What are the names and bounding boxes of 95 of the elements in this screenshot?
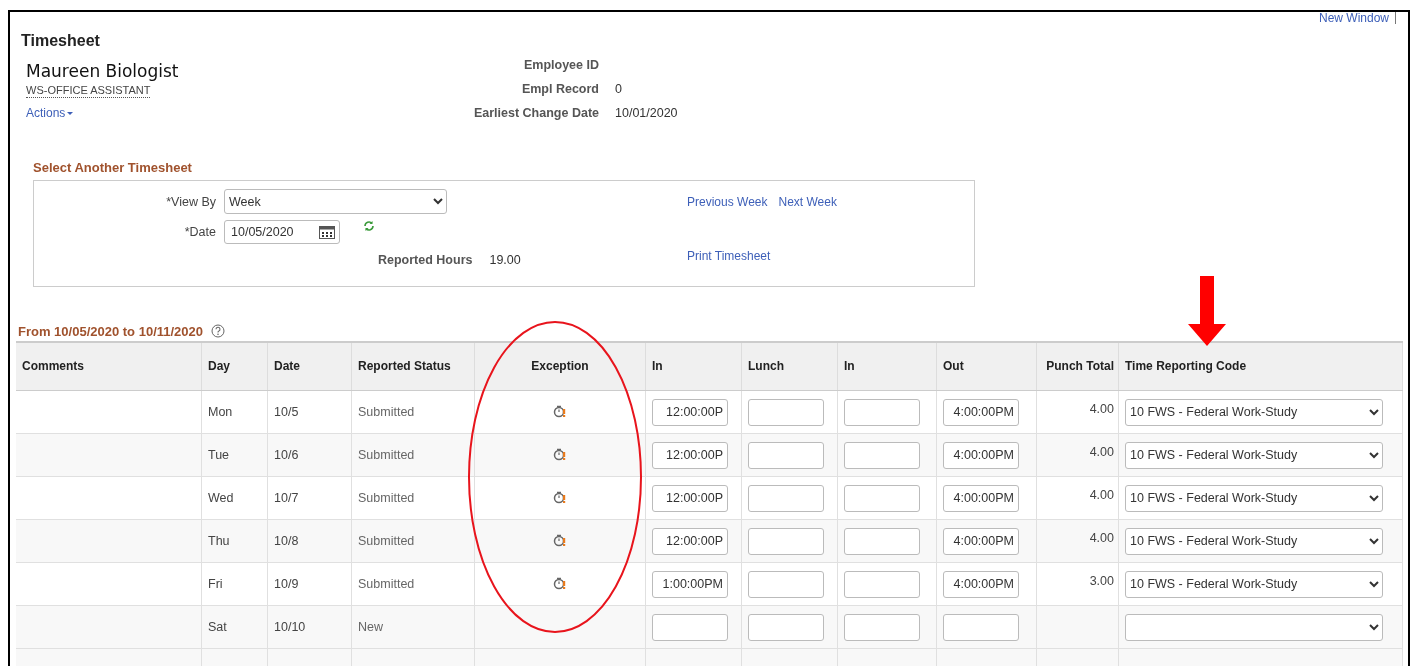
field-value: 19.00	[489, 253, 521, 267]
refresh-icon[interactable]	[363, 220, 375, 232]
exception-icon[interactable]	[553, 489, 567, 504]
annotation-arrow	[1188, 276, 1226, 346]
exception-icon[interactable]	[553, 403, 567, 418]
field-label: *View By	[165, 194, 216, 209]
exception-icon[interactable]	[553, 575, 567, 590]
job-title: WS-OFFICE ASSISTANT	[26, 84, 151, 98]
time-field[interactable]: 12:00:00P	[652, 484, 728, 512]
time-field[interactable]	[748, 527, 824, 555]
time-field[interactable]	[943, 613, 1019, 641]
table-cell: Tue	[208, 448, 230, 462]
table-cell: Mon	[208, 405, 233, 419]
time-field[interactable]: 1:00:00PM	[652, 570, 728, 598]
column-header: In	[645, 342, 742, 391]
time-reporting-code-dropdown[interactable]: 10 FWS - Federal Work-Study	[1125, 441, 1383, 469]
page-title: Timesheet	[21, 32, 101, 51]
table-cell: 4.00	[1089, 445, 1114, 459]
time-reporting-code-dropdown[interactable]: 10 FWS - Federal Work-Study	[1125, 527, 1383, 555]
new-window-link[interactable]: New Window	[1318, 12, 1389, 24]
help-icon[interactable]	[211, 324, 225, 338]
table-cell: New	[358, 620, 383, 634]
time-field[interactable]: 12:00:00P	[652, 527, 728, 555]
field-label: *Date	[183, 225, 216, 239]
print-timesheet-link[interactable]: Print Timesheet	[634, 239, 974, 263]
section-title: Select Another Timesheet	[33, 160, 193, 177]
column-header: Date	[267, 342, 352, 391]
calendar-icon[interactable]	[319, 225, 335, 239]
employee-name: Maureen Biologist	[26, 60, 179, 82]
view-by-dropdown[interactable]: Week	[224, 189, 447, 214]
table-cell: 10/6	[274, 448, 299, 462]
field-label: Empl Record	[520, 82, 599, 96]
time-field[interactable]	[652, 613, 728, 641]
table-cell: Submitted	[358, 577, 415, 591]
time-field[interactable]	[748, 484, 824, 512]
table-cell: Wed	[208, 491, 234, 505]
time-field[interactable]	[748, 570, 824, 598]
field-label: Earliest Change Date	[472, 106, 599, 120]
time-field[interactable]	[844, 484, 920, 512]
column-header: Out	[936, 342, 1037, 391]
column-header: Reported Status	[351, 342, 475, 391]
time-reporting-code-dropdown[interactable]: 10 FWS - Federal Work-Study	[1125, 484, 1383, 512]
week-link[interactable]: Next Week	[778, 195, 837, 239]
field-label: Reported Hours	[378, 253, 473, 267]
time-reporting-code-dropdown[interactable]: 10 FWS - Federal Work-Study	[1125, 398, 1383, 426]
table-cell: 4.00	[1089, 531, 1114, 545]
table-cell: 4.00	[1089, 402, 1114, 416]
column-header: Lunch	[741, 342, 838, 391]
field-value: 0	[615, 82, 623, 96]
table-cell: 3.00	[1089, 574, 1114, 588]
column-header: Time Reporting Code	[1118, 342, 1403, 391]
time-field[interactable]: 4:00:00PM	[943, 484, 1019, 512]
column-header: Day	[201, 342, 268, 391]
time-field[interactable]: 4:00:00PM	[943, 398, 1019, 426]
table-cell: 10/9	[274, 577, 299, 591]
table-cell: Sat	[208, 620, 227, 634]
table-cell: 10/7	[274, 491, 299, 505]
time-field[interactable]	[748, 613, 824, 641]
table-cell: Submitted	[358, 405, 415, 419]
time-field[interactable]	[844, 613, 920, 641]
table-cell: Submitted	[358, 491, 415, 505]
week-link[interactable]: Previous Week	[687, 195, 768, 239]
time-field[interactable]: 4:00:00PM	[943, 441, 1019, 469]
time-reporting-code-dropdown[interactable]: 10 FWS - Federal Work-Study	[1125, 570, 1383, 598]
actions-menu[interactable]: Actions	[26, 106, 74, 120]
time-field[interactable]: 4:00:00PM	[943, 527, 1019, 555]
column-header: Comments	[16, 342, 202, 391]
table-cell: Submitted	[358, 534, 415, 548]
time-field[interactable]: 4:00:00PM	[943, 570, 1019, 598]
column-header: Exception	[474, 342, 646, 391]
table-cell: 10/10	[274, 620, 306, 634]
date-field[interactable]: 10/05/2020	[224, 220, 340, 244]
column-header: Punch Total	[1036, 342, 1119, 391]
time-field[interactable]	[844, 398, 920, 426]
time-reporting-code-dropdown[interactable]	[1125, 613, 1383, 641]
column-header: In	[837, 342, 937, 391]
table-cell: 10/8	[274, 534, 299, 548]
caret-icon	[67, 111, 74, 115]
time-field[interactable]	[844, 441, 920, 469]
period-title: From 10/05/2020 to 10/11/2020	[18, 323, 203, 339]
table-cell: 4.00	[1089, 488, 1114, 502]
table-cell: 10/5	[274, 405, 299, 419]
time-field[interactable]	[844, 527, 920, 555]
time-field[interactable]	[748, 398, 824, 426]
time-field[interactable]: 12:00:00P	[652, 398, 728, 426]
time-field[interactable]	[844, 570, 920, 598]
field-value: 10/01/2020	[615, 106, 678, 120]
table-cell: Submitted	[358, 448, 415, 462]
exception-icon[interactable]	[553, 446, 567, 461]
exception-icon[interactable]	[553, 532, 567, 547]
time-field[interactable]: 12:00:00P	[652, 441, 728, 469]
field-label: Employee ID	[522, 58, 599, 72]
table-cell: Fri	[208, 577, 223, 591]
table-cell: Thu	[208, 534, 230, 548]
time-field[interactable]	[748, 441, 824, 469]
